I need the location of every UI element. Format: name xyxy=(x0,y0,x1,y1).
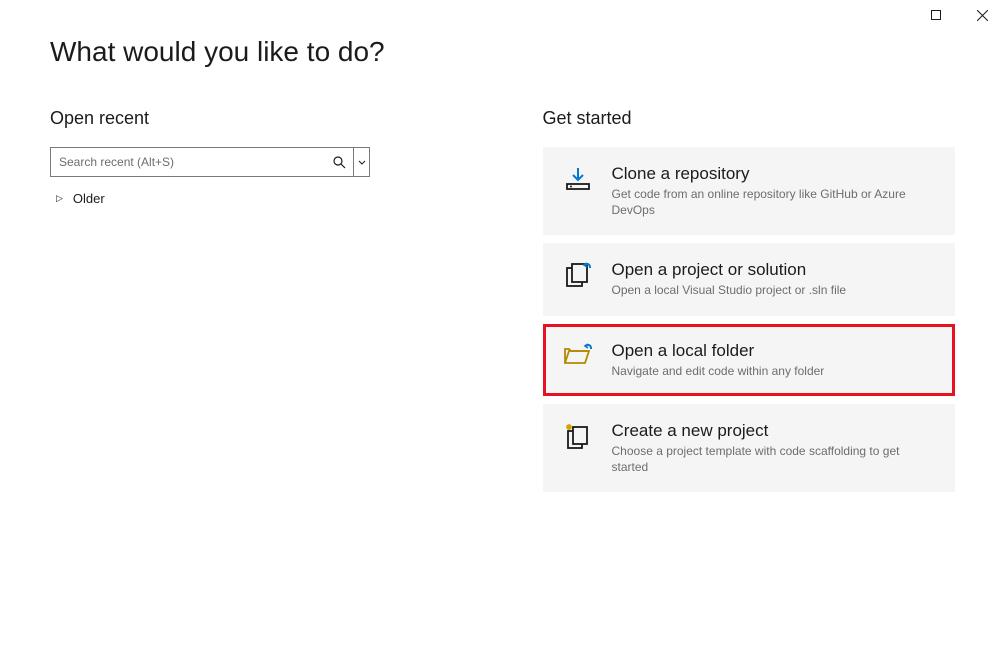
search-icon-button[interactable] xyxy=(325,148,353,176)
action-desc: Choose a project template with code scaf… xyxy=(612,443,935,475)
get-started-section: Get started Clone a repository Get code … xyxy=(543,108,956,500)
action-title: Create a new project xyxy=(612,421,935,441)
get-started-heading: Get started xyxy=(543,108,956,129)
action-title: Clone a repository xyxy=(612,164,935,184)
page-title: What would you like to do? xyxy=(0,0,1005,68)
open-recent-heading: Open recent xyxy=(50,108,463,129)
close-button[interactable] xyxy=(959,0,1005,30)
action-open-project[interactable]: Open a project or solution Open a local … xyxy=(543,243,956,315)
window-controls xyxy=(913,0,1005,30)
search-icon xyxy=(333,156,346,169)
action-create-project[interactable]: Create a new project Choose a project te… xyxy=(543,404,956,492)
action-open-folder[interactable]: Open a local folder Navigate and edit co… xyxy=(543,324,956,396)
action-desc: Get code from an online repository like … xyxy=(612,186,935,218)
open-project-icon xyxy=(562,260,594,292)
action-desc: Open a local Visual Studio project or .s… xyxy=(612,282,847,298)
maximize-button[interactable] xyxy=(913,0,959,30)
recent-group-older[interactable]: ▷ Older xyxy=(50,177,463,206)
close-icon xyxy=(977,10,988,21)
chevron-down-icon xyxy=(358,160,366,165)
action-title: Open a project or solution xyxy=(612,260,847,280)
search-dropdown-button[interactable] xyxy=(353,148,369,176)
action-desc: Navigate and edit code within any folder xyxy=(612,363,825,379)
maximize-icon xyxy=(931,10,941,20)
action-clone-repository[interactable]: Clone a repository Get code from an onli… xyxy=(543,147,956,235)
caret-right-icon: ▷ xyxy=(56,193,63,204)
clone-icon xyxy=(562,164,594,196)
recent-group-label: Older xyxy=(73,191,105,206)
search-container xyxy=(50,147,370,177)
action-title: Open a local folder xyxy=(612,341,825,361)
folder-open-icon xyxy=(562,341,594,373)
open-recent-section: Open recent ▷ Older xyxy=(50,108,463,500)
new-project-icon xyxy=(562,421,594,453)
search-input[interactable] xyxy=(51,148,325,176)
